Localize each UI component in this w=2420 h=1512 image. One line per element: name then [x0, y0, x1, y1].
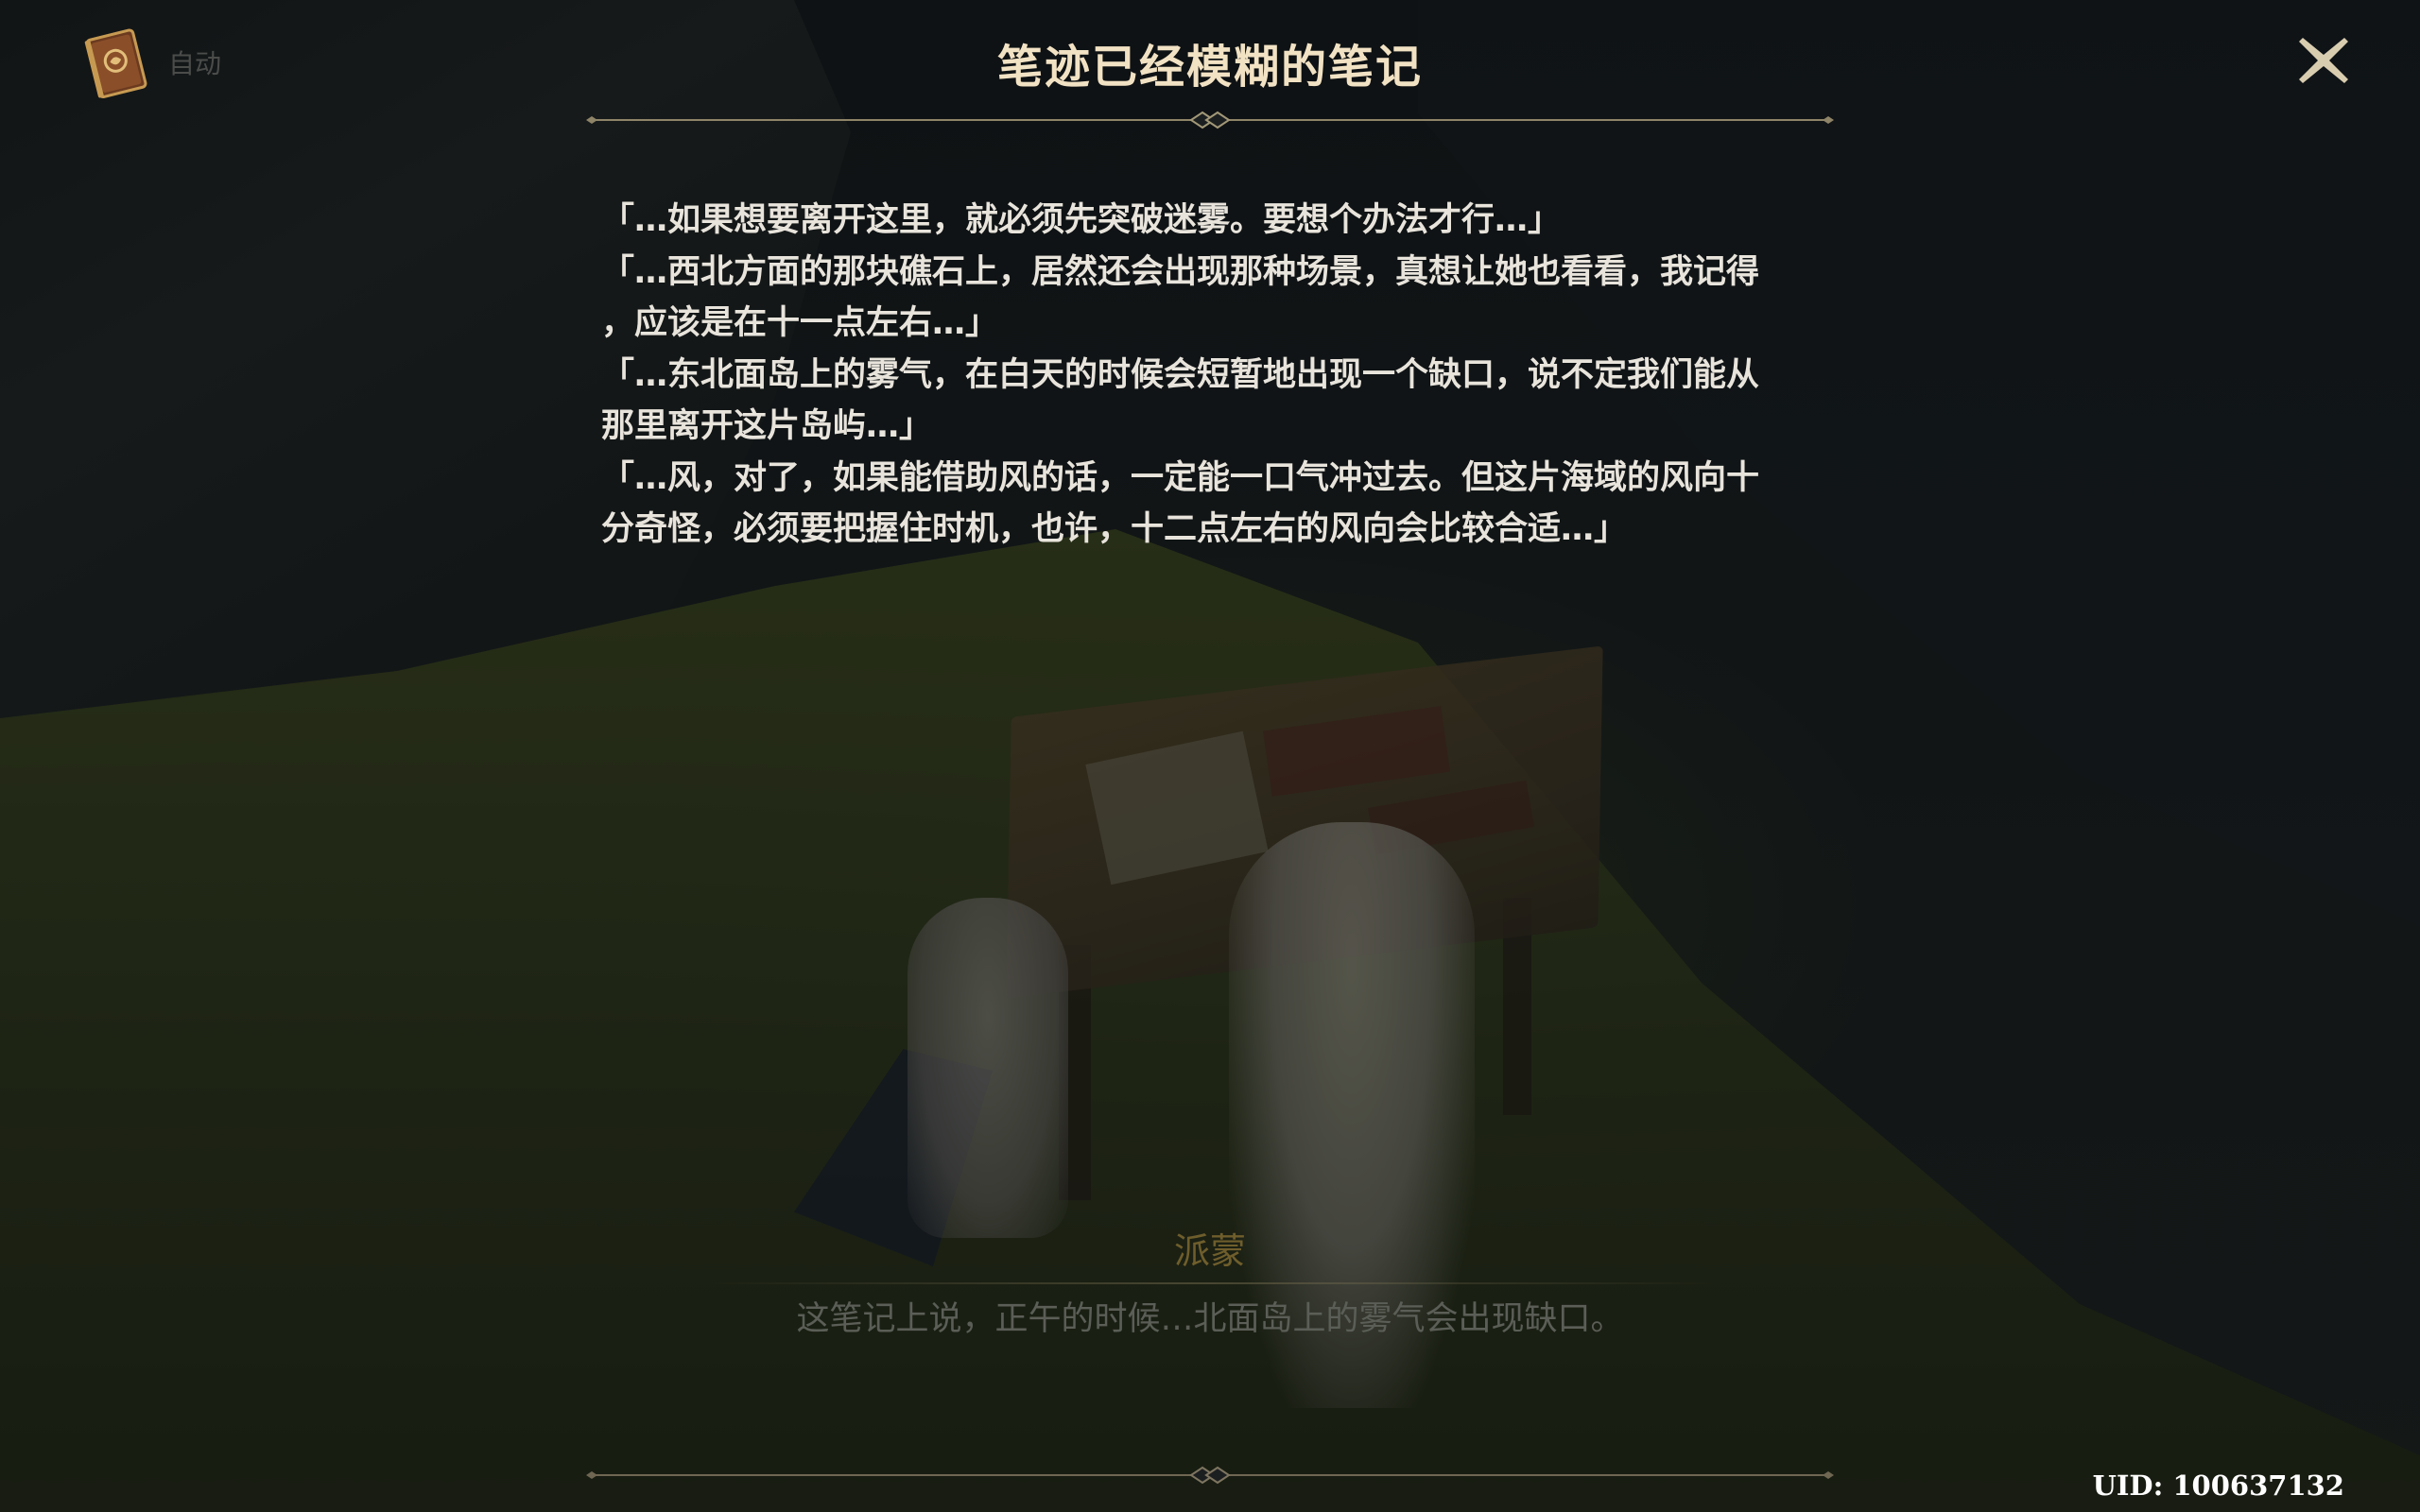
note-line: ，应该是在十一点左右…」	[601, 304, 999, 342]
close-icon[interactable]	[2291, 28, 2356, 93]
note-line: 「…如果想要离开这里，就必须先突破迷雾。要想个办法才行…」	[601, 201, 1562, 239]
table-leg	[1503, 898, 1531, 1115]
note-line: 「…西北方面的那块礁石上，居然还会出现那种场景，真想让她也看看，我记得	[601, 252, 1760, 291]
dialog-divider	[700, 1282, 1720, 1284]
title-divider	[586, 106, 1834, 134]
game-screen: 自动 笔迹已经模糊的笔记 「…如果想要离开这里，就必须先突破迷雾。要想个办法才行…	[0, 0, 2420, 1512]
note-line: 「…东北面岛上的雾气，在白天的时候会短暂地出现一个缺口，说不定我们能从	[601, 355, 1760, 394]
auto-play-button[interactable]: 自动	[168, 45, 221, 83]
note-body: 「…如果想要离开这里，就必须先突破迷雾。要想个办法才行…」 「…西北方面的那块礁…	[601, 195, 1830, 556]
bottom-divider	[586, 1461, 1834, 1489]
wooden-table	[1006, 645, 1603, 999]
note-line: 「…风，对了，如果能借助风的话，一定能一口气冲过去。但这片海域的风向十	[601, 458, 1760, 497]
grass-hill-scenery	[0, 529, 2420, 1512]
paimon-character	[908, 898, 1068, 1238]
note-title: 笔迹已经模糊的笔记	[996, 41, 1423, 94]
note-line: 那里离开这片岛屿…」	[601, 407, 933, 445]
dialog-speaker-name: 派蒙	[1173, 1230, 1246, 1272]
note-line: 分奇怪，必须要把握住时机，也许，十二点左右的风向会比较合适…」	[601, 510, 1628, 548]
table-leg	[1059, 945, 1091, 1200]
paper-note-on-table	[1085, 730, 1269, 885]
uid-label: UID: 100637132	[2092, 1469, 2344, 1502]
book-on-table	[1263, 706, 1450, 797]
dialog-text: 这笔记上说，正午的时候…北面岛上的雾气会出现缺口。	[796, 1300, 1624, 1338]
book-icon[interactable]	[79, 26, 155, 100]
book-on-table	[1367, 780, 1535, 855]
